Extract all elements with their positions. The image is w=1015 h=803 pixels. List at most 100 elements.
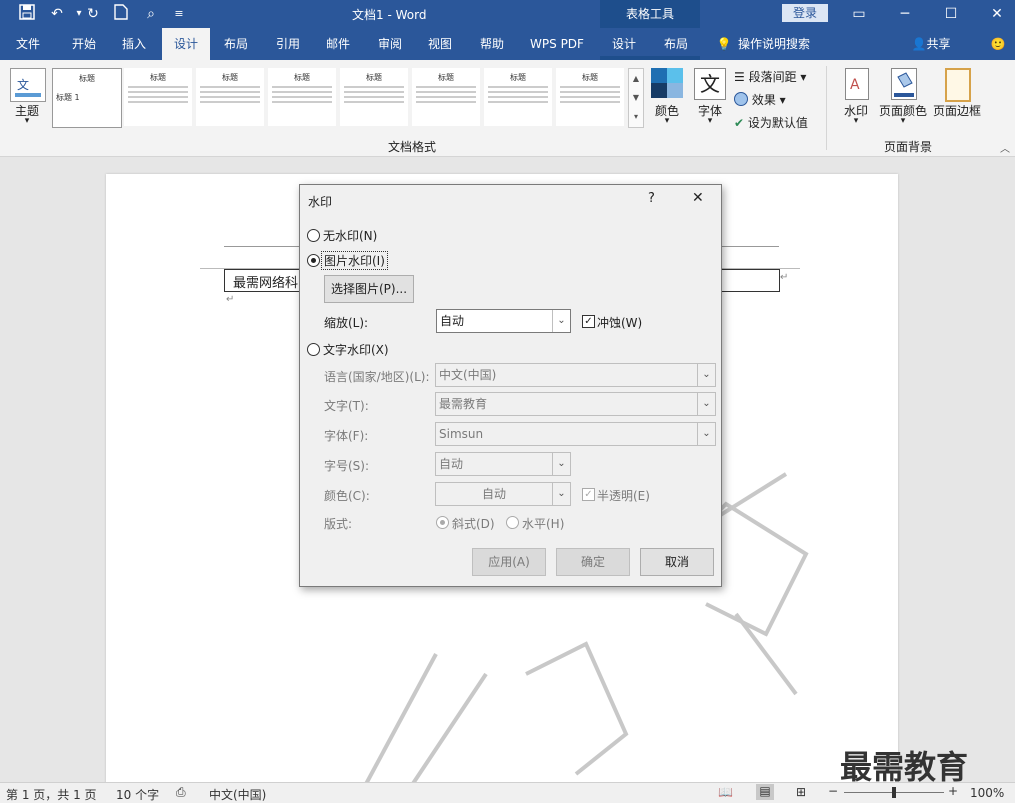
fonts-icon[interactable]: 文 — [694, 68, 726, 100]
web-layout-icon[interactable]: ⊞ — [796, 785, 806, 799]
watermark-icon[interactable]: A — [845, 68, 869, 100]
text-watermark-radio[interactable] — [307, 343, 320, 356]
tab-file[interactable]: 文件 — [4, 28, 52, 60]
no-watermark-label[interactable]: 无水印(N) — [323, 227, 377, 244]
chevron-down-icon[interactable]: ⌄ — [552, 483, 570, 505]
zoom-in-icon[interactable]: + — [948, 784, 958, 798]
language-status[interactable]: 中文(中国) — [209, 786, 266, 803]
colors-dropdown-icon[interactable]: ▾ — [646, 116, 688, 126]
select-picture-button[interactable]: 选择图片(P)... — [324, 275, 414, 303]
close-window-button[interactable]: ✕ — [974, 0, 1015, 28]
chevron-down-icon[interactable]: ⌄ — [552, 453, 570, 475]
theme-icon[interactable]: 文 — [10, 68, 46, 102]
proofing-icon[interactable]: ⎙ — [176, 785, 186, 800]
tab-wps-pdf[interactable]: WPS PDF — [522, 28, 592, 60]
svg-text:文: 文 — [17, 77, 29, 92]
set-default-button[interactable]: ✔ 设为默认值 — [734, 114, 808, 131]
tab-design[interactable]: 设计 — [162, 28, 210, 60]
scale-combo[interactable]: 自动 ⌄ — [436, 309, 571, 333]
customize-toolbar-icon[interactable]: ≡ — [168, 4, 190, 24]
share-button[interactable]: 👤共享 — [906, 28, 956, 60]
text-watermark-label[interactable]: 文字水印(X) — [323, 341, 389, 358]
gallery-scroll[interactable]: ▲ ▼ ▾ — [628, 68, 644, 128]
tab-help[interactable]: 帮助 — [468, 28, 516, 60]
tab-mailings[interactable]: 邮件 — [314, 28, 362, 60]
page-color-icon[interactable] — [891, 68, 917, 100]
tab-view[interactable]: 视图 — [416, 28, 464, 60]
semitransparent-checkbox[interactable]: ✓ — [582, 488, 595, 501]
apply-button[interactable]: 应用(A) — [472, 548, 546, 576]
style-thumb[interactable]: 标题 — [556, 68, 624, 126]
zoom-out-icon[interactable]: − — [828, 784, 838, 798]
color-combo[interactable]: 自动 ⌄ — [435, 482, 571, 506]
read-mode-icon[interactable]: 📖 — [718, 785, 733, 799]
tab-insert[interactable]: 插入 — [110, 28, 158, 60]
cancel-button[interactable]: 取消 — [640, 548, 714, 576]
zoom-slider-handle[interactable] — [892, 787, 896, 798]
text-label: 文字(T): — [324, 399, 369, 413]
page-count[interactable]: 第 1 页，共 1 页 — [6, 786, 97, 803]
tab-table-design[interactable]: 设计 — [600, 28, 648, 60]
diagonal-radio[interactable] — [436, 516, 449, 529]
maximize-button[interactable]: ☐ — [928, 0, 974, 28]
text-combo[interactable]: 最需教育 ⌄ — [435, 392, 716, 416]
style-thumb[interactable]: 标题 — [196, 68, 264, 126]
undo-icon[interactable]: ↶ — [46, 4, 68, 24]
tell-me-search[interactable]: 操作说明搜索 — [738, 28, 818, 60]
font-combo[interactable]: Simsun ⌄ — [435, 422, 716, 446]
style-thumb[interactable]: 标题 — [484, 68, 552, 126]
tab-home[interactable]: 开始 — [60, 28, 108, 60]
chevron-down-icon[interactable]: ⌄ — [697, 364, 715, 386]
washout-label[interactable]: 冲蚀(W) — [597, 314, 642, 331]
page-border-icon[interactable] — [945, 68, 971, 102]
diagonal-label[interactable]: 斜式(D) — [452, 515, 495, 532]
no-watermark-radio[interactable] — [307, 229, 320, 242]
style-thumb[interactable]: 标题 — [268, 68, 336, 126]
watermark-dropdown-icon[interactable]: ▾ — [836, 116, 876, 126]
tab-layout[interactable]: 布局 — [212, 28, 260, 60]
save-icon[interactable] — [16, 4, 38, 24]
search-icon[interactable]: ⌕ — [140, 4, 162, 24]
horizontal-label[interactable]: 水平(H) — [522, 515, 564, 532]
language-combo[interactable]: 中文(中国) ⌄ — [435, 363, 716, 387]
semitransparent-label[interactable]: 半透明(E) — [597, 487, 650, 504]
style-thumb[interactable]: 标题 — [412, 68, 480, 126]
font-label: 字体(F): — [324, 429, 369, 443]
chevron-down-icon[interactable]: ⌄ — [697, 423, 715, 445]
collapse-ribbon-icon[interactable]: ︿ — [1000, 140, 1010, 155]
tab-review[interactable]: 审阅 — [366, 28, 414, 60]
chevron-down-icon[interactable]: ⌄ — [552, 310, 570, 332]
picture-watermark-label[interactable]: 图片水印(I) — [321, 251, 388, 270]
help-button[interactable]: ? — [648, 191, 655, 206]
ribbon-display-icon[interactable]: ▭ — [836, 0, 882, 28]
word-count[interactable]: 10 个字 — [116, 786, 159, 803]
minimize-button[interactable]: ─ — [882, 0, 928, 28]
colors-icon[interactable] — [651, 68, 683, 98]
paragraph-spacing-button[interactable]: ☰ 段落间距 ▾ — [734, 68, 806, 85]
new-doc-icon[interactable] — [110, 4, 132, 24]
effects-button[interactable]: 效果 ▾ — [734, 91, 786, 108]
close-dialog-button[interactable]: ✕ — [692, 190, 704, 206]
style-thumb[interactable]: 标题 — [340, 68, 408, 126]
size-combo[interactable]: 自动 ⌄ — [435, 452, 571, 476]
print-layout-icon[interactable]: ▤ — [756, 784, 774, 800]
picture-watermark-radio[interactable] — [307, 254, 320, 267]
horizontal-radio[interactable] — [506, 516, 519, 529]
check-circle-icon: ✔ — [734, 116, 745, 130]
layout-label: 版式: — [324, 517, 353, 531]
tab-references[interactable]: 引用 — [264, 28, 312, 60]
redo-icon[interactable]: ↻ — [82, 4, 104, 24]
theme-dropdown-icon[interactable]: ▾ — [8, 116, 46, 126]
style-thumb[interactable]: 标题 标题 1 — [52, 68, 122, 128]
login-button[interactable]: 登录 — [782, 4, 828, 22]
zoom-level[interactable]: 100% — [970, 786, 1004, 800]
style-thumb[interactable]: 标题 — [124, 68, 192, 126]
fonts-dropdown-icon[interactable]: ▾ — [689, 116, 731, 126]
page-color-dropdown-icon[interactable]: ▾ — [876, 116, 930, 126]
ok-button[interactable]: 确定 — [556, 548, 630, 576]
page-border-label[interactable]: 页面边框 — [930, 102, 984, 119]
smiley-icon[interactable]: 🙂 — [986, 28, 1010, 60]
chevron-down-icon[interactable]: ⌄ — [697, 393, 715, 415]
tab-table-layout[interactable]: 布局 — [652, 28, 700, 60]
washout-checkbox[interactable]: ✓ — [582, 315, 595, 328]
